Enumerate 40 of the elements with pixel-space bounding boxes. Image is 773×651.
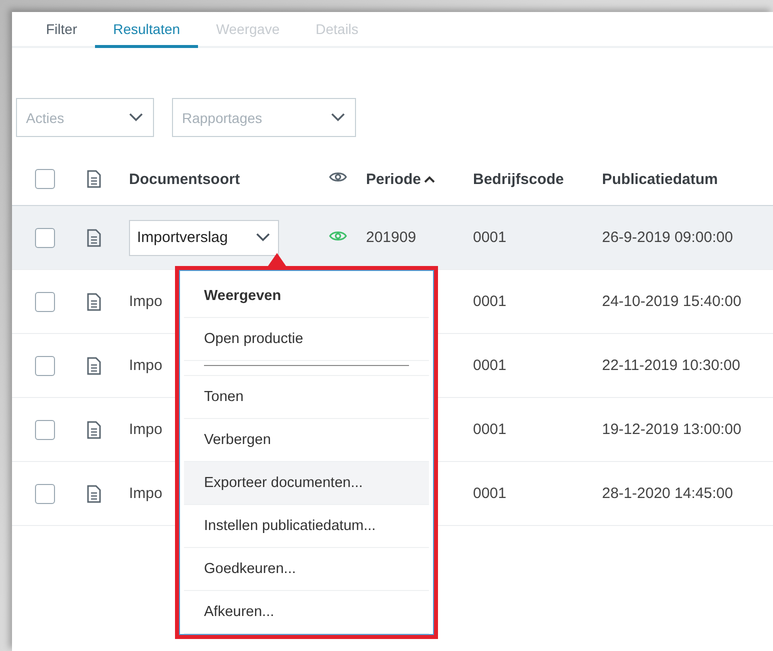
column-header[interactable]: Periode [366, 170, 473, 188]
chevron-down-icon [331, 113, 345, 122]
table-cell: 0001 [473, 293, 506, 310]
table-cell: 0001 [473, 357, 506, 374]
chevron-down-icon [256, 233, 270, 242]
menu-item[interactable]: Exporteer documenten... [184, 462, 429, 505]
eye-icon [329, 171, 347, 183]
table-cell: Impo [129, 485, 162, 502]
checkbox[interactable] [35, 169, 55, 189]
chevron-down-icon [129, 113, 143, 122]
table-row[interactable]: Importverslag 201909 0001 26-9-2019 09:00:00 [12, 206, 773, 270]
table-cell: 28-1-2020 14:45:00 [602, 485, 733, 502]
document-icon [87, 228, 101, 246]
tab[interactable]: Filter [28, 12, 96, 48]
table-cell: 0001 [473, 485, 506, 502]
document-icon [87, 420, 101, 438]
column-header[interactable]: Documentsoort [129, 170, 329, 188]
document-icon [87, 356, 101, 374]
document-icon [87, 484, 101, 502]
table-cell: 201909 [366, 228, 416, 246]
table-cell: 0001 [473, 421, 506, 438]
table-cell: Impo [129, 357, 162, 374]
checkbox[interactable] [35, 228, 55, 248]
column-header[interactable]: Publicatiedatum [602, 170, 773, 188]
document-icon [87, 292, 101, 310]
checkbox[interactable] [35, 292, 55, 312]
checkbox[interactable] [35, 356, 55, 376]
table-cell: Impo [129, 293, 162, 310]
table-cell: 22-11-2019 10:30:00 [602, 357, 740, 374]
table-cell: 24-10-2019 15:40:00 [602, 293, 742, 310]
checkbox[interactable] [35, 484, 55, 504]
table-cell: Impo [129, 421, 162, 438]
checkbox[interactable] [35, 420, 55, 440]
table-cell: 0001 [473, 229, 506, 246]
table-cell: 26-9-2019 09:00:00 [602, 229, 733, 246]
tab[interactable]: Resultaten [95, 12, 198, 48]
document-icon [87, 170, 101, 188]
document-type-dropdown[interactable]: Importverslag [129, 220, 279, 256]
column-header[interactable]: Bedrijfscode [473, 170, 602, 188]
table-cell: 19-12-2019 13:00:00 [602, 421, 742, 438]
